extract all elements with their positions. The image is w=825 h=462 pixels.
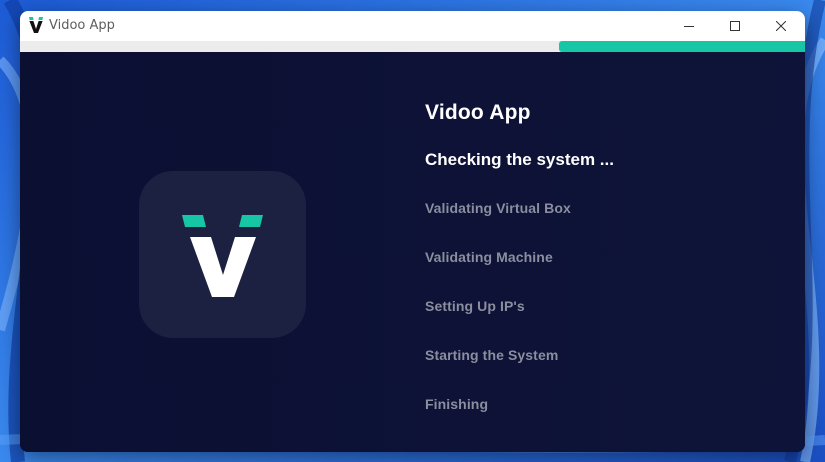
step-item: Setting Up IP's	[425, 298, 525, 314]
app-logo-tile	[139, 171, 306, 338]
title-bar[interactable]: Vidoo App	[20, 11, 805, 41]
status-text: Checking the system ...	[425, 150, 614, 169]
progress-bar-fill	[559, 41, 805, 52]
step-item: Validating Virtual Box	[425, 200, 571, 216]
step-item: Validating Machine	[425, 249, 553, 265]
app-window: Vidoo App Vidoo App Checking the system …	[20, 11, 805, 452]
window-title: Vidoo App	[49, 18, 115, 33]
maximize-icon	[730, 21, 740, 31]
progress-bar	[20, 41, 805, 52]
step-list: Validating Virtual Box Validating Machin…	[425, 200, 571, 445]
main-content: Vidoo App Checking the system ... Valida…	[20, 52, 805, 452]
step-item: Finishing	[425, 396, 489, 412]
minimize-icon	[684, 26, 694, 27]
maximize-button[interactable]	[712, 11, 758, 41]
minimize-button[interactable]	[666, 11, 712, 41]
close-button[interactable]	[758, 11, 804, 41]
vidoo-logo-icon	[182, 215, 263, 297]
step-item: Starting the System	[425, 347, 559, 363]
close-icon	[776, 21, 786, 31]
vidoo-logo-icon	[29, 17, 43, 33]
page-title: Vidoo App	[425, 101, 531, 124]
